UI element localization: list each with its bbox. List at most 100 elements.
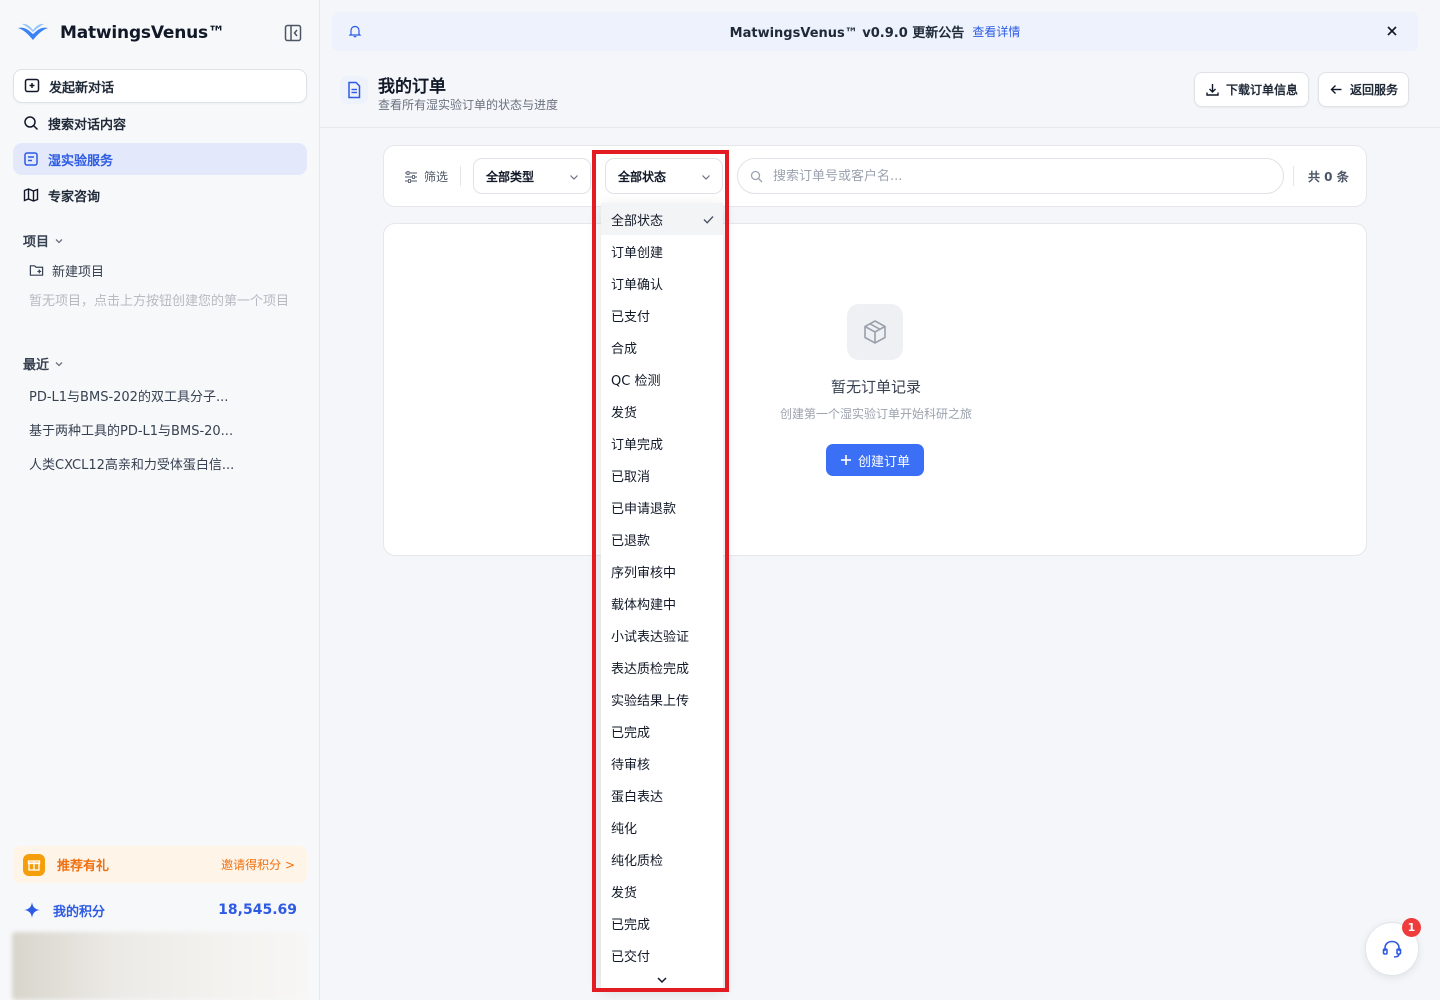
expert-label: 专家咨询 [48, 189, 101, 205]
status-option[interactable]: 实验结果上传 [601, 683, 723, 715]
order-search[interactable] [737, 158, 1284, 194]
projects-title: 项目 [23, 235, 50, 250]
recent-title: 最近 [23, 358, 50, 373]
new-project-label: 新建项目 [52, 265, 105, 280]
sliders-icon [405, 170, 417, 183]
status-option[interactable]: 已申请退款 [601, 491, 723, 523]
bell-icon [348, 25, 362, 38]
status-option[interactable]: 订单确认 [601, 267, 723, 299]
status-option-label: 发货 [611, 885, 638, 901]
status-option[interactable]: 已取消 [601, 459, 723, 491]
status-option[interactable]: 序列审核中 [601, 555, 723, 587]
type-select-value: 全部类型 [486, 169, 535, 184]
status-option-label: 序列审核中 [611, 565, 677, 581]
invite-link[interactable]: 邀请得积分 > [221, 856, 295, 873]
status-option-label: 已交付 [611, 949, 651, 965]
points-label: 我的积分 [53, 904, 106, 920]
headset-icon [1382, 940, 1402, 958]
close-icon[interactable] [1386, 25, 1398, 37]
notification-badge: 1 [1402, 918, 1421, 937]
status-option-label: 全部状态 [611, 213, 664, 229]
collapse-sidebar-icon[interactable] [283, 23, 303, 43]
empty-subtitle: 创建第一个湿实验订单开始科研之旅 [779, 407, 972, 421]
status-option-label: 发货 [611, 405, 638, 421]
status-select-value: 全部状态 [618, 169, 667, 184]
download-icon [1206, 84, 1219, 96]
status-option[interactable]: 纯化质检 [601, 843, 723, 875]
recent-section-toggle[interactable]: 最近 [23, 354, 65, 373]
status-option[interactable]: 合成 [601, 331, 723, 363]
status-option-label: 已完成 [611, 725, 651, 741]
search-icon [750, 170, 763, 182]
status-option-label: 订单完成 [611, 437, 664, 453]
chevron-down-icon [570, 175, 578, 180]
status-option[interactable]: 全部状态 [601, 203, 723, 235]
create-order-button[interactable]: 创建订单 [826, 444, 924, 476]
status-option[interactable]: 载体构建中 [601, 587, 723, 619]
folder-plus-icon [29, 265, 44, 276]
plus-icon [840, 455, 851, 465]
gift-icon [23, 853, 45, 876]
chevron-down-icon [702, 175, 710, 180]
scroll-down-button[interactable] [601, 972, 723, 988]
recent-chat-item[interactable]: 人类CXCL12高亲和力受体蛋白信... [29, 454, 234, 473]
status-option[interactable]: 待审核 [601, 747, 723, 779]
type-select[interactable]: 全部类型 [473, 158, 591, 194]
sparkle-icon [24, 902, 40, 918]
referral-banner[interactable]: 推荐有礼 邀请得积分 > [13, 846, 307, 883]
status-option-label: 订单创建 [611, 245, 664, 261]
status-option[interactable]: 已完成 [601, 907, 723, 939]
status-option[interactable]: 订单创建 [601, 235, 723, 267]
status-option[interactable]: 已交付 [601, 939, 723, 971]
status-option[interactable]: 已完成 [601, 715, 723, 747]
new-chat-button[interactable]: 发起新对话 [13, 69, 307, 103]
filter-bar: 筛选 全部类型 全部状态 共 0 条 [383, 145, 1367, 207]
points-row[interactable]: 我的积分 18,545.69 [23, 898, 297, 922]
announcement-bar: MatwingsVenus™ v0.9.0 更新公告 查看详情 [332, 12, 1418, 51]
status-option[interactable]: 小试表达验证 [601, 619, 723, 651]
new-project-button[interactable]: 新建项目 [29, 261, 104, 280]
status-option[interactable]: 已支付 [601, 299, 723, 331]
points-value: 18,545.69 [218, 902, 297, 918]
download-orders-button[interactable]: 下载订单信息 [1194, 72, 1310, 107]
status-option-label: 已支付 [611, 309, 651, 325]
recent-chat-item[interactable]: 基于两种工具的PD-L1与BMS-20... [29, 420, 233, 439]
status-option-label: QC 检测 [611, 373, 661, 389]
status-option-label: 实验结果上传 [611, 693, 690, 709]
status-option[interactable]: 订单完成 [601, 427, 723, 459]
status-option-label: 已申请退款 [611, 501, 677, 517]
document-icon [340, 76, 368, 104]
total-count: 共 0 条 [1308, 170, 1349, 184]
projects-section-toggle[interactable]: 项目 [23, 231, 65, 250]
status-option[interactable]: 蛋白表达 [601, 779, 723, 811]
status-dropdown-menu: 全部状态 订单创建 订单确认 已支付 合成 QC 检测 发货 订单完成 已取消 … [601, 203, 723, 988]
status-option[interactable]: 已退款 [601, 523, 723, 555]
status-option-label: 小试表达验证 [611, 629, 690, 645]
status-option[interactable]: QC 检测 [601, 363, 723, 395]
arrow-left-icon [1330, 85, 1342, 94]
recent-chat-item[interactable]: PD-L1与BMS-202的双工具分子... [29, 386, 228, 405]
sidebar-item-expert[interactable]: 专家咨询 [13, 179, 307, 211]
status-option[interactable]: 发货 [601, 875, 723, 907]
announcement-link[interactable]: 查看详情 [972, 23, 1020, 40]
status-option-label: 已完成 [611, 917, 651, 933]
status-option[interactable]: 纯化 [601, 811, 723, 843]
announcement-text: MatwingsVenus™ v0.9.0 更新公告 [729, 26, 965, 41]
user-profile[interactable] [12, 932, 307, 1000]
sidebar-item-wet-lab[interactable]: 湿实验服务 [13, 143, 307, 175]
wet-lab-label: 湿实验服务 [48, 153, 114, 169]
search-icon [24, 116, 39, 131]
chevron-down-icon [657, 977, 667, 984]
status-select[interactable]: 全部状态 [605, 158, 723, 194]
create-order-label: 创建订单 [857, 454, 910, 470]
brand[interactable]: MatwingsVenus™ [16, 18, 225, 48]
chevron-down-icon [55, 238, 63, 243]
orders-panel: 暂无订单记录 创建第一个湿实验订单开始科研之旅 创建订单 [383, 223, 1367, 556]
status-option[interactable]: 表达质检完成 [601, 651, 723, 683]
search-chats-label: 搜索对话内容 [48, 117, 127, 133]
status-option[interactable]: 发货 [601, 395, 723, 427]
back-to-service-button[interactable]: 返回服务 [1318, 72, 1410, 107]
new-chat-label: 发起新对话 [49, 80, 115, 96]
order-search-input[interactable] [773, 168, 1253, 184]
search-chats-button[interactable]: 搜索对话内容 [13, 107, 307, 139]
